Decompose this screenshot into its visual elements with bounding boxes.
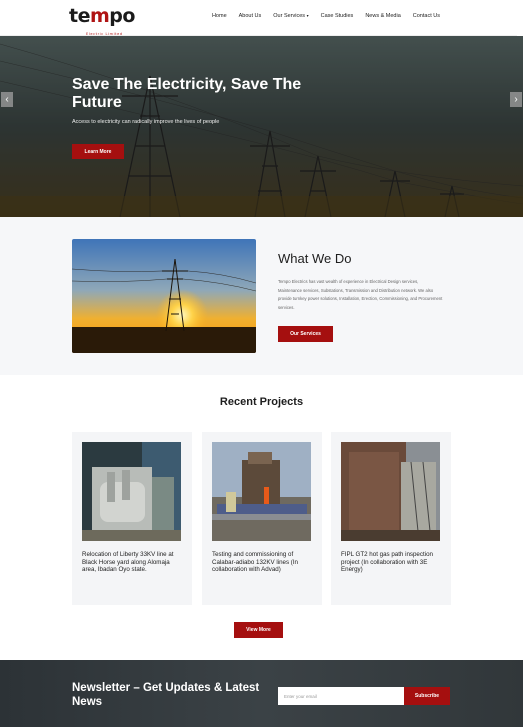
recent-projects-title: Recent Projects	[219, 396, 304, 408]
subscribe-button[interactable]: Subscribe	[404, 687, 450, 705]
project-image	[341, 442, 440, 541]
what-we-do-text: Tempo Electrics has vast wealth of exper…	[278, 279, 443, 311]
what-we-do-section: What We Do Tempo Electrics has vast weal…	[0, 217, 523, 375]
newsletter-section: Newsletter – Get Updates & Latest News S…	[0, 660, 523, 727]
newsletter-title: Newsletter – Get Updates & Latest News	[72, 682, 260, 708]
nav-contact-us[interactable]: Contact Us	[413, 13, 440, 19]
email-input[interactable]	[278, 687, 404, 705]
project-caption: Relocation of Liberty 33KV line at Black…	[82, 551, 174, 574]
site-header: tempo Electric Limited Home About Us Our…	[0, 0, 517, 36]
our-services-button[interactable]: Our Services	[278, 326, 333, 342]
nav-news-media[interactable]: News & Media	[365, 13, 400, 19]
hero-title: Save The Electricity, Save The Future	[72, 76, 302, 111]
chevron-down-icon: ▾	[306, 13, 309, 18]
site-logo[interactable]: tempo Electric Limited	[69, 6, 135, 36]
view-more-button[interactable]: View More	[234, 622, 283, 638]
main-nav: Home About Us Our Services ▾ Case Studie…	[212, 13, 440, 19]
project-card[interactable]: Testing and commissioning of Calabar-adi…	[202, 432, 322, 605]
chevron-left-icon: ‹	[5, 94, 9, 105]
learn-more-button[interactable]: Learn More	[72, 144, 124, 159]
project-image	[82, 442, 181, 541]
sunset-pylon-image	[72, 239, 256, 353]
nav-about-us[interactable]: About Us	[239, 13, 262, 19]
project-card[interactable]: Relocation of Liberty 33KV line at Black…	[72, 432, 192, 605]
what-we-do-title: What We Do	[278, 251, 352, 266]
project-card[interactable]: FIPL GT2 hot gas path inspection project…	[331, 432, 451, 605]
power-lines-background	[0, 36, 523, 217]
nav-our-services-label: Our Services	[273, 13, 306, 19]
nav-home[interactable]: Home	[212, 13, 227, 19]
hero-subtitle: Access to electricity can radically impr…	[72, 119, 220, 125]
project-caption: Testing and commissioning of Calabar-adi…	[212, 551, 298, 574]
nav-our-services[interactable]: Our Services ▾	[273, 13, 308, 19]
project-caption: FIPL GT2 hot gas path inspection project…	[341, 551, 433, 574]
chevron-right-icon: ›	[514, 94, 518, 105]
slider-prev-button[interactable]: ‹	[1, 92, 13, 107]
hero-slider: ‹ › Save The Electricity, Save The Futur…	[0, 36, 523, 217]
nav-case-studies[interactable]: Case Studies	[321, 13, 354, 19]
slider-next-button[interactable]: ›	[510, 92, 522, 107]
project-image	[212, 442, 311, 541]
